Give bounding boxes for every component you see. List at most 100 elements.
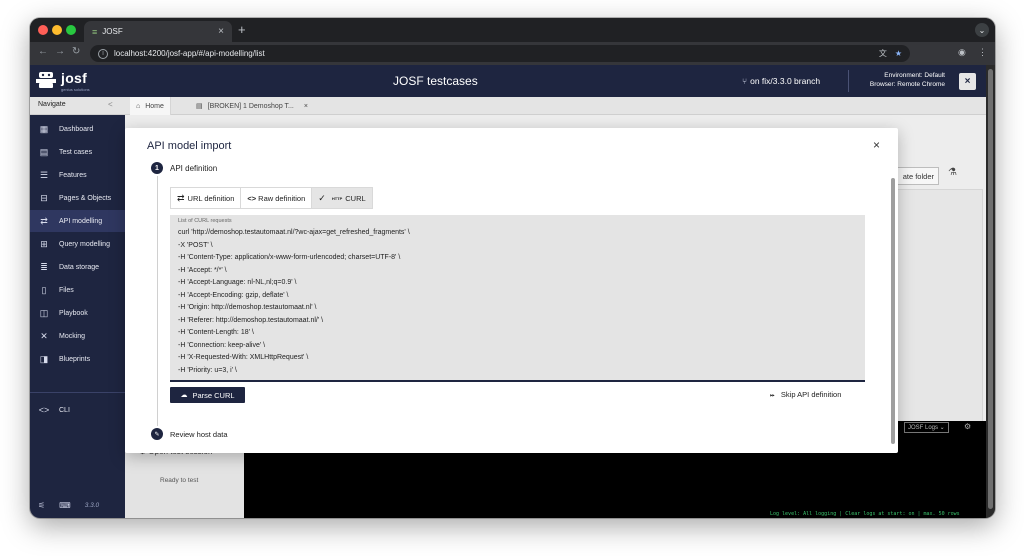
dialog-close-button[interactable]: ×: [873, 138, 880, 152]
browser-tab[interactable]: ≡ JOSF ×: [84, 21, 232, 42]
keyboard-icon[interactable]: ⌨: [59, 501, 71, 510]
tab-curl[interactable]: ✓ HTTP CURL: [312, 188, 372, 208]
curl-line: -H 'X-Requested-With: XMLHttpRequest' \: [178, 354, 309, 361]
page-scrollbar[interactable]: [986, 65, 995, 518]
tab-home-label: Home: [145, 102, 164, 110]
sidebar-item-pages-objects[interactable]: ⊟ Pages & Objects: [30, 187, 125, 209]
skip-api-definition-button[interactable]: ⏩︎ Skip API definition: [770, 390, 841, 400]
branch-indicator[interactable]: ⑂ on fix/3.3.0 branch: [742, 76, 820, 86]
curl-line: -X 'POST' \: [178, 241, 213, 249]
sidebar-item-cli[interactable]: <> CLI: [30, 399, 125, 421]
browser-toolbar: ← → ↻ i localhost:4200/josf-app/#/api-mo…: [30, 42, 995, 65]
bookmark-star-icon[interactable]: ★: [895, 49, 902, 58]
sidebar-item-dashboard[interactable]: ▦ Dashboard: [30, 118, 125, 140]
gear-icon[interactable]: ⚙: [964, 422, 971, 431]
josf-logo-icon: [36, 72, 56, 88]
dialog-title: API model import: [147, 140, 232, 152]
blueprints-icon: ◨: [39, 353, 49, 364]
tab-url-definition-label: URL definition: [187, 193, 235, 203]
curl-lines: curl 'http://demoshop.testautomaat.nl/?w…: [178, 229, 410, 379]
tab-close-icon[interactable]: ×: [304, 103, 308, 110]
settings-sliders-icon[interactable]: ⚟: [38, 501, 45, 510]
logo-text: josf: [61, 70, 88, 86]
sidebar-item-data-storage[interactable]: ≣ Data storage: [30, 256, 125, 278]
address-url: localhost:4200/josf-app/#/api-modelling/…: [114, 49, 265, 58]
maximize-window-button[interactable]: [66, 25, 76, 35]
tab-url-definition[interactable]: ⇄ URL definition: [171, 188, 242, 208]
test-cases-icon: ▤: [39, 146, 49, 157]
parse-curl-label: Parse CURL: [192, 390, 235, 400]
sidebar-item-label: Files: [59, 286, 74, 294]
tab-raw-definition[interactable]: <> Raw definition: [241, 188, 313, 208]
pages-objects-icon: ⊟: [40, 192, 48, 203]
favicon-icon: ≡: [92, 26, 98, 37]
home-icon: ⌂: [136, 102, 141, 110]
sidebar-item-label: Query modelling: [59, 240, 110, 248]
step-2-pencil-icon: ✎: [151, 428, 163, 440]
curl-line: -H 'Content-Length: 18' \: [178, 329, 254, 336]
stepper-line: [157, 176, 158, 426]
dialog-scrollbar[interactable]: [891, 178, 895, 444]
navigation-row: Navigate < ⌂ Home ▤ [BROKEN] 1 Demoshop …: [30, 97, 986, 115]
header-close-button[interactable]: ×: [959, 73, 976, 90]
testcase-icon: ▤: [196, 103, 203, 110]
sidebar-item-test-cases[interactable]: ▤ Test cases: [30, 141, 125, 163]
cli-icon: <>: [38, 405, 50, 415]
new-tab-button[interactable]: +: [238, 22, 246, 37]
check-icon: ✓: [318, 192, 326, 203]
curl-line: -H 'Accept-Encoding: gzip, deflate' \: [178, 291, 289, 299]
fast-forward-icon: ⏩︎: [770, 393, 775, 399]
sidebar-item-label: Dashboard: [59, 125, 94, 133]
tab-home[interactable]: ⌂ Home: [130, 97, 171, 115]
curl-line: -H 'Referer: http://demoshop.testautomaa…: [178, 316, 324, 324]
sidebar-item-label: Features: [59, 171, 87, 179]
curl-textarea[interactable]: List of CURL requests curl 'http://demos…: [170, 215, 865, 382]
query-modelling-icon: ⊞: [40, 238, 48, 249]
sidebar-item-label: Mocking: [59, 332, 86, 340]
sidebar-item-query-modelling[interactable]: ⊞ Query modelling: [30, 233, 125, 255]
sidebar-item-label: Data storage: [59, 263, 100, 271]
sidebar-item-playbook[interactable]: ◫ Playbook: [30, 302, 125, 324]
site-info-icon[interactable]: i: [98, 48, 108, 59]
sidebar-item-label: Playbook: [59, 309, 88, 317]
step-1-number: 1: [151, 162, 163, 174]
create-folder-button[interactable]: ate folder: [892, 167, 939, 185]
tab-close-icon[interactable]: ×: [218, 26, 224, 37]
arrows-exchange-icon: ⇄: [177, 192, 185, 203]
sidebar-item-features[interactable]: ☰ Features: [30, 164, 125, 186]
tab-broken-testcase[interactable]: ▤ [BROKEN] 1 Demoshop T... ×: [190, 97, 314, 115]
branch-label: on fix/3.3.0 branch: [750, 76, 821, 86]
playbook-icon: ◫: [39, 307, 49, 318]
menu-dots-icon[interactable]: ⋮: [978, 47, 987, 58]
curl-line: -H 'Content-Type: application/x-www-form…: [178, 254, 401, 261]
tab-raw-definition-label: Raw definition: [258, 193, 306, 203]
browser-tab-title: JOSF: [102, 27, 123, 36]
parse-curl-button[interactable]: ☁ Parse CURL: [170, 387, 245, 403]
sidebar-item-files[interactable]: ▯ Files: [30, 279, 125, 301]
close-window-button[interactable]: [38, 25, 48, 35]
address-bar[interactable]: i localhost:4200/josf-app/#/api-modellin…: [90, 45, 910, 62]
ready-status: Ready to test: [160, 477, 199, 484]
browser-label: Browser: Remote Chrome: [869, 81, 945, 88]
background-panel: [885, 189, 983, 431]
app-header: josf genius solutions JOSF testcases ⑂ on…: [30, 65, 986, 97]
forward-icon[interactable]: →: [55, 46, 65, 57]
sidebar-item-mocking[interactable]: ✕ Mocking: [30, 325, 125, 347]
sidebar-item-blueprints[interactable]: ◨ Blueprints: [30, 348, 125, 370]
minimize-window-button[interactable]: [52, 25, 62, 35]
files-icon: ▯: [41, 284, 47, 295]
collapse-sidebar-icon[interactable]: <: [108, 100, 113, 109]
profile-icon[interactable]: ◉: [958, 47, 966, 58]
tab-search-icon[interactable]: ⌄: [975, 23, 989, 37]
logs-select[interactable]: JOSF Logs ⌄: [904, 422, 949, 433]
sidebar-item-api-modelling[interactable]: ⇄ API modelling: [30, 210, 125, 232]
flask-icon[interactable]: ⚗: [948, 167, 957, 178]
version-label: 3.3.0: [84, 502, 100, 509]
logs-select-value: JOSF Logs: [908, 425, 939, 431]
back-icon[interactable]: ←: [38, 46, 48, 57]
sidebar: ▦ Dashboard ▤ Test cases ☰ Features ⊟ Pages …: [30, 115, 125, 518]
translate-icon[interactable]: ⽂: [879, 48, 887, 59]
environment-info[interactable]: Environment: Default Browser: Remote Chr…: [855, 71, 945, 89]
reload-icon[interactable]: ↻: [72, 46, 80, 57]
api-modelling-icon: ⇄: [40, 215, 48, 226]
